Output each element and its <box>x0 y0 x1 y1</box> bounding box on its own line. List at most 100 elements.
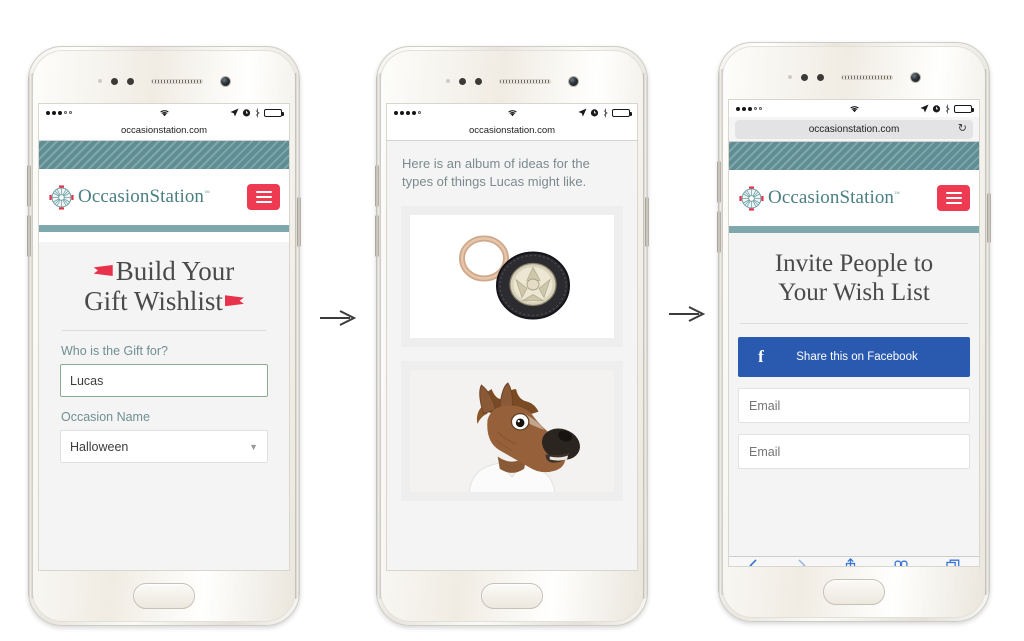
volume-down-button-2[interactable] <box>375 215 379 257</box>
wishlist-form-card: Build Your Gift Wishlist Who is the Gift… <box>48 242 280 468</box>
status-icons-3 <box>860 104 974 114</box>
hamburger-menu-button-3[interactable] <box>937 185 970 211</box>
trademark-symbol: ™ <box>894 191 901 198</box>
battery-icon <box>264 108 284 117</box>
status-bar-1 <box>39 104 289 121</box>
occasion-name-select[interactable]: Halloween ▼ <box>60 430 268 464</box>
iris-sensor-icon <box>126 77 134 85</box>
page-title-line1: Build Your <box>115 256 235 286</box>
battery-icon <box>954 104 974 113</box>
signal-strength-1 <box>46 110 159 115</box>
reload-icon[interactable]: ↻ <box>958 123 967 135</box>
url-display-2[interactable]: occasionstation.com <box>387 121 637 141</box>
header-divider-3 <box>729 226 979 233</box>
safari-bottom-toolbar <box>729 556 979 566</box>
iris-sensor-icon <box>474 77 482 85</box>
phone-right-rail-2 <box>643 73 648 599</box>
battery-icon <box>612 108 632 117</box>
photo-card-keychain[interactable] <box>401 205 623 347</box>
front-camera-icon <box>567 75 579 87</box>
trademark-symbol: ™ <box>204 190 211 197</box>
share-icon[interactable] <box>844 557 857 566</box>
screenshot-stage: occasionstation.com OccasionStation™ Bui… <box>0 0 1024 641</box>
url-input-3[interactable]: occasionstation.com ↻ <box>735 119 973 139</box>
phone-device-3: occasionstation.com ↻ OccasionStation™ I… <box>717 42 991 622</box>
power-button-2[interactable] <box>645 197 649 247</box>
bluetooth-icon <box>944 104 951 114</box>
wifi-icon <box>159 108 170 117</box>
email-field-1[interactable] <box>738 388 970 423</box>
proximity-sensor-icon <box>445 79 450 83</box>
volume-down-button-1[interactable] <box>27 215 31 257</box>
url-text-3: occasionstation.com <box>808 123 900 135</box>
keychain-photo <box>410 214 614 338</box>
pennant-flag-icon-left <box>93 265 113 276</box>
phone-left-rail-2 <box>376 73 381 599</box>
title-divider-1 <box>62 330 266 332</box>
phone-sensor-bar-3 <box>719 53 989 101</box>
home-button-1[interactable] <box>133 583 195 609</box>
power-button-3[interactable] <box>987 193 991 243</box>
volume-down-button-3[interactable] <box>717 211 721 253</box>
volume-up-button-3[interactable] <box>717 161 721 203</box>
browser-address-bar-3: occasionstation.com ↻ <box>729 117 979 142</box>
light-sensor-icon <box>110 77 118 85</box>
light-sensor-icon <box>458 77 466 85</box>
volume-up-button-2[interactable] <box>375 165 379 207</box>
page-content-3: Invite People to Your Wish List f Share … <box>729 233 979 566</box>
phone-right-rail-1 <box>295 73 300 599</box>
alarm-clock-icon <box>932 104 941 113</box>
phone-screen-1: occasionstation.com OccasionStation™ Bui… <box>38 103 290 571</box>
compass-rose-icon <box>738 185 765 212</box>
earpiece-speaker-icon <box>840 74 893 80</box>
brand-logo-3[interactable]: OccasionStation™ <box>738 185 900 212</box>
bookmarks-icon[interactable] <box>894 559 909 566</box>
occasion-name-label: Occasion Name <box>61 410 150 425</box>
iris-sensor-icon <box>816 73 824 81</box>
alarm-clock-icon <box>242 108 251 117</box>
page-title-3: Invite People to Your Wish List <box>738 233 970 307</box>
phone-screen-3: occasionstation.com ↻ OccasionStation™ I… <box>728 99 980 567</box>
site-header-1: OccasionStation™ <box>39 169 289 225</box>
bluetooth-icon <box>602 108 609 118</box>
location-arrow-icon <box>230 108 239 117</box>
bluetooth-icon <box>254 108 261 118</box>
status-bar-3 <box>729 100 979 117</box>
invite-title-line2: Your Wish List <box>778 279 930 306</box>
phone-device-1: occasionstation.com OccasionStation™ Bui… <box>27 46 301 626</box>
site-header-3: OccasionStation™ <box>729 170 979 226</box>
flow-arrow-1 <box>317 307 359 329</box>
email-field-2[interactable] <box>738 434 970 469</box>
share-on-facebook-button[interactable]: f Share this on Facebook <box>738 337 970 377</box>
wifi-icon <box>849 104 860 113</box>
volume-up-button-1[interactable] <box>27 165 31 207</box>
brand-logo-1[interactable]: OccasionStation™ <box>48 184 210 211</box>
horse-mask-photo <box>410 369 614 492</box>
power-button-1[interactable] <box>297 197 301 247</box>
earpiece-speaker-icon <box>498 78 551 84</box>
decorative-stripe-band-1 <box>39 141 289 169</box>
brand-name-1: OccasionStation™ <box>78 186 211 207</box>
status-icons-1 <box>170 108 284 118</box>
location-arrow-icon <box>920 104 929 113</box>
hamburger-menu-button-1[interactable] <box>247 184 280 210</box>
pennant-flag-icon-right <box>224 295 244 307</box>
home-button-3[interactable] <box>823 579 885 605</box>
title-divider-3 <box>740 323 968 324</box>
page-content-2: Here is an album of ideas for the types … <box>387 141 637 570</box>
tabs-icon[interactable] <box>946 559 960 566</box>
phone-right-rail-3 <box>985 69 990 595</box>
brand-name-3: OccasionStation™ <box>768 187 901 208</box>
url-display-1[interactable]: occasionstation.com <box>39 121 289 141</box>
gift-recipient-input[interactable] <box>60 364 268 398</box>
wifi-icon <box>507 108 518 117</box>
forward-icon[interactable] <box>796 558 807 566</box>
photo-card-horse-mask[interactable] <box>401 360 623 501</box>
back-icon[interactable] <box>748 558 759 566</box>
home-button-2[interactable] <box>481 583 543 609</box>
phone-sensor-bar-2 <box>377 57 647 105</box>
signal-strength-3 <box>736 106 849 111</box>
phone-screen-2: occasionstation.com Here is an album of … <box>386 103 638 571</box>
gift-recipient-label: Who is the Gift for? <box>61 344 168 359</box>
status-bar-2 <box>387 104 637 121</box>
